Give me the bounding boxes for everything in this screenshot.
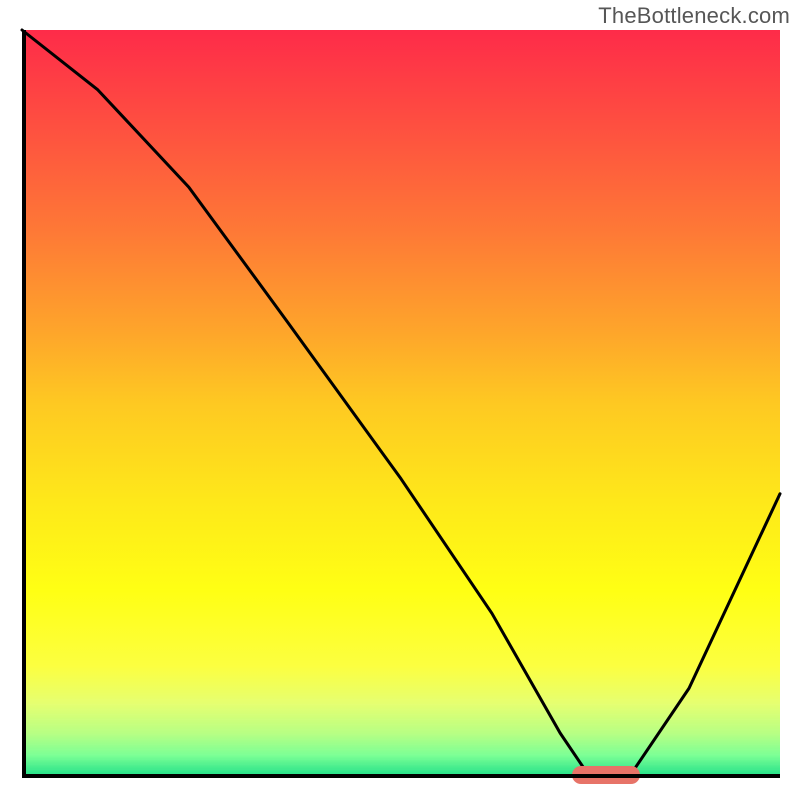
watermark-text: TheBottleneck.com	[598, 3, 790, 29]
bottleneck-curve-svg	[22, 30, 780, 778]
optimal-marker	[572, 766, 640, 784]
bottleneck-curve-line	[22, 30, 780, 778]
chart-plot-area	[22, 30, 780, 778]
